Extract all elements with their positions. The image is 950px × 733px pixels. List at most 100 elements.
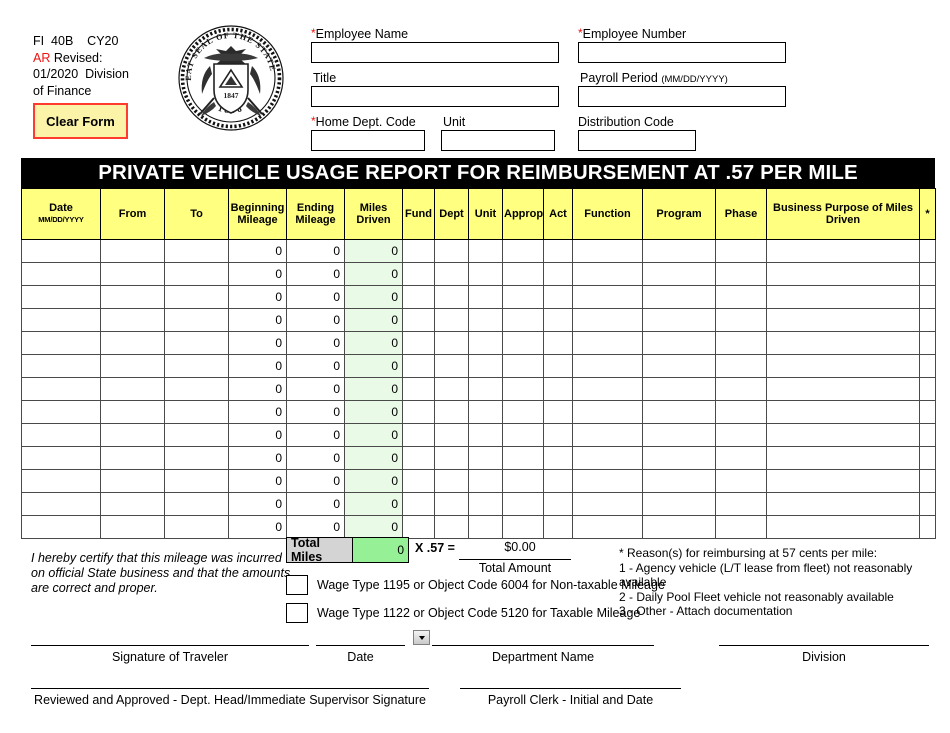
cell-date[interactable] — [21, 423, 101, 447]
cell-approp[interactable] — [502, 469, 544, 493]
cell-function[interactable] — [572, 515, 643, 539]
cell-act[interactable] — [543, 285, 573, 309]
cell-to[interactable] — [164, 446, 229, 470]
cell-approp[interactable] — [502, 446, 544, 470]
cell-function[interactable] — [572, 446, 643, 470]
cell-unit[interactable] — [468, 515, 503, 539]
cell-fund[interactable] — [402, 354, 435, 378]
cell-reason[interactable] — [919, 446, 936, 470]
cell-act[interactable] — [543, 446, 573, 470]
cell-program[interactable] — [642, 354, 716, 378]
cell-business-purpose[interactable] — [766, 423, 920, 447]
cell-business-purpose[interactable] — [766, 239, 920, 263]
cell-program[interactable] — [642, 423, 716, 447]
cell-reason[interactable] — [919, 492, 936, 516]
cell-business-purpose[interactable] — [766, 308, 920, 332]
cell-miles-driven[interactable]: 0 — [344, 469, 403, 493]
cell-function[interactable] — [572, 331, 643, 355]
cell-dept[interactable] — [434, 469, 469, 493]
cell-dept[interactable] — [434, 515, 469, 539]
cell-reason[interactable] — [919, 377, 936, 401]
cell-approp[interactable] — [502, 423, 544, 447]
cell-phase[interactable] — [715, 331, 767, 355]
cell-program[interactable] — [642, 400, 716, 424]
cell-to[interactable] — [164, 354, 229, 378]
cell-miles-driven[interactable]: 0 — [344, 331, 403, 355]
date-line[interactable] — [316, 645, 405, 646]
home-dept-code-input[interactable] — [311, 130, 425, 151]
cell-business-purpose[interactable] — [766, 331, 920, 355]
cell-function[interactable] — [572, 308, 643, 332]
cell-to[interactable] — [164, 469, 229, 493]
cell-phase[interactable] — [715, 492, 767, 516]
cell-function[interactable] — [572, 354, 643, 378]
cell-business-purpose[interactable] — [766, 354, 920, 378]
cell-program[interactable] — [642, 492, 716, 516]
reviewed-approved-line[interactable] — [31, 688, 429, 689]
cell-dept[interactable] — [434, 354, 469, 378]
cell-reason[interactable] — [919, 400, 936, 424]
cell-act[interactable] — [543, 377, 573, 401]
employee-number-input[interactable] — [578, 42, 786, 63]
cell-ending-mileage[interactable]: 0 — [286, 400, 345, 424]
wage-nontaxable-checkbox[interactable] — [286, 575, 308, 595]
cell-phase[interactable] — [715, 515, 767, 539]
cell-reason[interactable] — [919, 423, 936, 447]
cell-fund[interactable] — [402, 469, 435, 493]
cell-beginning-mileage[interactable]: 0 — [228, 239, 287, 263]
cell-business-purpose[interactable] — [766, 515, 920, 539]
cell-to[interactable] — [164, 239, 229, 263]
cell-act[interactable] — [543, 400, 573, 424]
cell-miles-driven[interactable]: 0 — [344, 285, 403, 309]
cell-fund[interactable] — [402, 262, 435, 286]
cell-miles-driven[interactable]: 0 — [344, 400, 403, 424]
cell-date[interactable] — [21, 308, 101, 332]
cell-from[interactable] — [100, 331, 165, 355]
cell-to[interactable] — [164, 377, 229, 401]
cell-date[interactable] — [21, 354, 101, 378]
cell-fund[interactable] — [402, 377, 435, 401]
cell-ending-mileage[interactable]: 0 — [286, 239, 345, 263]
cell-phase[interactable] — [715, 469, 767, 493]
cell-act[interactable] — [543, 331, 573, 355]
cell-phase[interactable] — [715, 239, 767, 263]
cell-beginning-mileage[interactable]: 0 — [228, 515, 287, 539]
cell-to[interactable] — [164, 331, 229, 355]
cell-function[interactable] — [572, 400, 643, 424]
cell-approp[interactable] — [502, 492, 544, 516]
cell-beginning-mileage[interactable]: 0 — [228, 308, 287, 332]
cell-phase[interactable] — [715, 446, 767, 470]
cell-unit[interactable] — [468, 423, 503, 447]
cell-ending-mileage[interactable]: 0 — [286, 354, 345, 378]
cell-ending-mileage[interactable]: 0 — [286, 446, 345, 470]
cell-to[interactable] — [164, 400, 229, 424]
cell-unit[interactable] — [468, 308, 503, 332]
cell-beginning-mileage[interactable]: 0 — [228, 469, 287, 493]
department-dropdown-button[interactable] — [413, 630, 430, 645]
cell-business-purpose[interactable] — [766, 377, 920, 401]
cell-beginning-mileage[interactable]: 0 — [228, 492, 287, 516]
cell-miles-driven[interactable]: 0 — [344, 377, 403, 401]
cell-ending-mileage[interactable]: 0 — [286, 423, 345, 447]
cell-function[interactable] — [572, 377, 643, 401]
cell-reason[interactable] — [919, 285, 936, 309]
cell-reason[interactable] — [919, 515, 936, 539]
cell-from[interactable] — [100, 423, 165, 447]
cell-unit[interactable] — [468, 446, 503, 470]
cell-act[interactable] — [543, 423, 573, 447]
payroll-clerk-line[interactable] — [460, 688, 681, 689]
wage-option-taxable[interactable]: Wage Type 1122 or Object Code 5120 for T… — [286, 603, 640, 623]
cell-from[interactable] — [100, 515, 165, 539]
cell-unit[interactable] — [468, 239, 503, 263]
cell-date[interactable] — [21, 515, 101, 539]
cell-ending-mileage[interactable]: 0 — [286, 377, 345, 401]
cell-fund[interactable] — [402, 239, 435, 263]
cell-phase[interactable] — [715, 285, 767, 309]
cell-to[interactable] — [164, 492, 229, 516]
cell-date[interactable] — [21, 377, 101, 401]
cell-from[interactable] — [100, 285, 165, 309]
cell-function[interactable] — [572, 423, 643, 447]
cell-to[interactable] — [164, 515, 229, 539]
traveler-signature-line[interactable] — [31, 645, 309, 646]
cell-miles-driven[interactable]: 0 — [344, 492, 403, 516]
